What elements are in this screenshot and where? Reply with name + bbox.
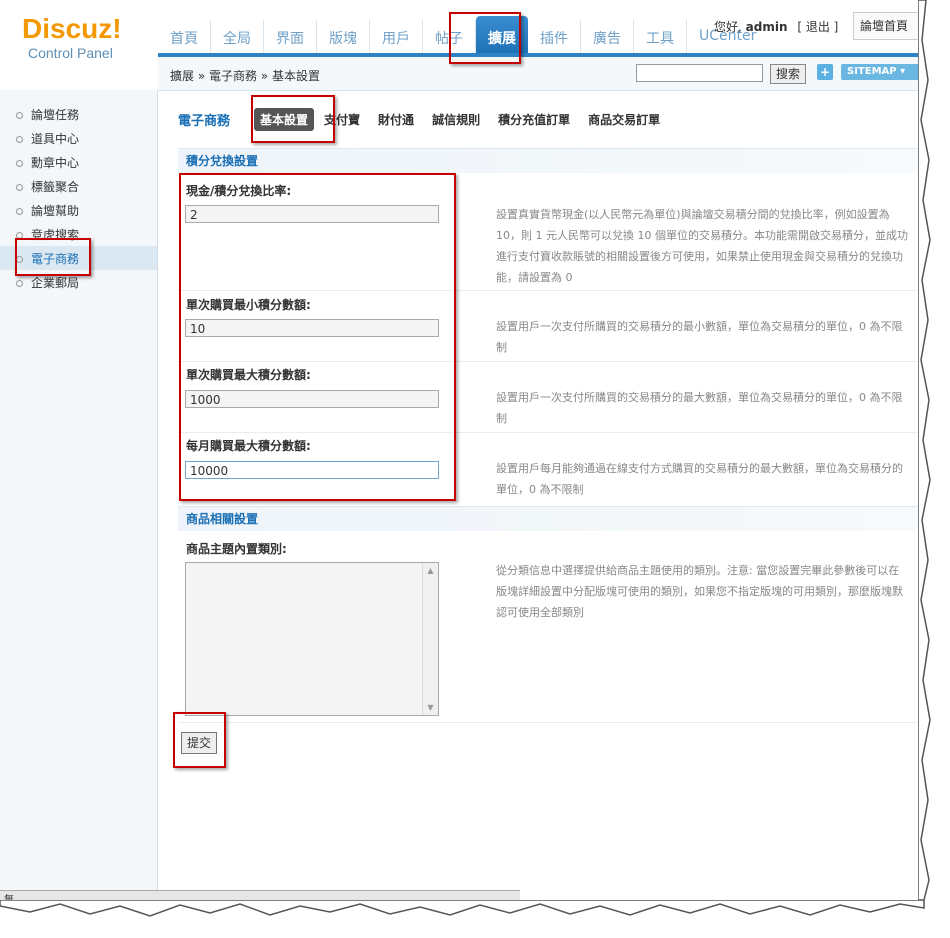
- sidebar-item-label: 電子商務: [31, 252, 80, 266]
- field-label-max-credits: 單次購買最大積分數額:: [186, 368, 311, 382]
- tab-plugins[interactable]: 插件: [528, 20, 581, 54]
- subtab-goods-orders[interactable]: 商品交易訂單: [588, 111, 660, 128]
- sidebar-item-search[interactable]: 竞虎搜索: [16, 224, 79, 246]
- sidebar: 論壇任務 道具中心 勳章中心 標籤聚合 論壇幫助 竞虎搜索 電子商務 企業郵局: [0, 90, 158, 900]
- field-label-min-credits: 單次購買最小積分數額:: [186, 298, 311, 312]
- section-credit-exchange: 積分兌換設置: [178, 148, 918, 173]
- submit-button[interactable]: 提交: [181, 732, 217, 754]
- subtab-tenpay[interactable]: 財付通: [378, 111, 414, 128]
- tab-ads[interactable]: 廣告: [581, 20, 634, 54]
- section-goods-settings: 商品相關設置: [178, 506, 918, 531]
- bullet-icon: [16, 184, 23, 191]
- sitemap-button[interactable]: SITEMAP ▾: [841, 64, 918, 80]
- row-divider: [178, 361, 918, 362]
- field-label-goods-category: 商品主題內置類別:: [186, 542, 287, 556]
- tab-users[interactable]: 用戶: [370, 20, 423, 54]
- monthly-max-desc: 設置用戶每月能夠通過在線支付方式購買的交易積分的最大數額，單位為交易積分的單位，…: [496, 462, 903, 496]
- tab-posts[interactable]: 帖子: [423, 20, 476, 54]
- subtab-credit-orders[interactable]: 積分充值訂單: [498, 111, 570, 128]
- goods-category-listbox[interactable]: ▲ ▼: [185, 562, 439, 716]
- username: admin: [745, 20, 788, 34]
- sidebar-item-label: 論壇幫助: [31, 204, 80, 218]
- sidebar-item-label: 論壇任務: [31, 108, 80, 122]
- add-shortcut-button[interactable]: +: [817, 64, 833, 80]
- breadcrumb-bar: 擴展 » 電子商務 » 基本設置 搜索 + SITEMAP ▾: [158, 57, 918, 91]
- sidebar-item-help[interactable]: 論壇幫助: [16, 200, 79, 222]
- field-label-monthly-max: 每月購買最大積分數額:: [186, 439, 311, 453]
- bullet-icon: [16, 256, 23, 263]
- row-divider: [178, 432, 918, 433]
- tab-interface[interactable]: 界面: [264, 20, 317, 54]
- max-credits-desc: 設置用戶一次支付所購買的交易積分的最大數額，單位為交易積分的單位，0 為不限制: [496, 391, 903, 425]
- subtab-credit-rules[interactable]: 誠信規則: [432, 111, 480, 128]
- search-button[interactable]: 搜索: [770, 64, 806, 84]
- sidebar-item-label: 道具中心: [31, 132, 80, 146]
- exchange-ratio-desc: 設置真實貨幣現金(以人民幣元為單位)與論壇交易積分間的兌換比率，例如設置為 10…: [496, 208, 908, 284]
- tab-extensions[interactable]: 擴展: [476, 16, 528, 58]
- torn-edge-right: [918, 0, 950, 938]
- forum-home-button[interactable]: 論壇首頁: [853, 12, 918, 40]
- tab-global[interactable]: 全局: [211, 20, 264, 54]
- tab-tools[interactable]: 工具: [634, 20, 687, 54]
- sidebar-item-mail[interactable]: 企業郵局: [16, 272, 79, 294]
- bullet-icon: [16, 160, 23, 167]
- min-credits-input[interactable]: 10: [185, 319, 439, 337]
- discuz-logo: Discuz! Control Panel: [22, 14, 142, 62]
- min-credits-desc: 設置用戶一次支付所購買的交易積分的最小數額，單位為交易積分的單位，0 為不限制: [496, 320, 903, 354]
- scroll-up-icon[interactable]: ▲: [423, 563, 438, 578]
- goods-category-desc: 從分類信息中選擇提供給商品主題使用的類別。注意: 當您設置完畢此參數後可以在版塊…: [496, 564, 903, 619]
- bullet-icon: [16, 136, 23, 143]
- sidebar-item-tags[interactable]: 標籤聚合: [16, 176, 79, 198]
- logo-sub-text: Control Panel: [28, 45, 113, 61]
- sidebar-item-tasks[interactable]: 論壇任務: [16, 104, 79, 126]
- bullet-icon: [16, 232, 23, 239]
- top-navigation: 首頁 全局 界面 版塊 用戶 帖子 擴展 插件 廣告 工具 UCenter: [158, 16, 768, 58]
- max-credits-input[interactable]: 1000: [185, 390, 439, 408]
- listbox-scrollbar[interactable]: ▲ ▼: [422, 563, 438, 715]
- logo-main-text: Discuz!: [22, 13, 122, 44]
- row-divider: [178, 722, 918, 723]
- scroll-down-icon[interactable]: ▼: [423, 700, 438, 715]
- sidebar-item-label: 勳章中心: [31, 156, 80, 170]
- sidebar-item-ecommerce[interactable]: 電子商務: [16, 248, 79, 270]
- tab-forums[interactable]: 版塊: [317, 20, 370, 54]
- sidebar-item-label: 標籤聚合: [31, 180, 80, 194]
- sidebar-item-label: 竞虎搜索: [31, 228, 80, 242]
- user-bar: 您好, admin [ 退出 ]: [714, 18, 838, 35]
- bullet-icon: [16, 280, 23, 287]
- sidebar-item-medals[interactable]: 勳章中心: [16, 152, 79, 174]
- bullet-icon: [16, 112, 23, 119]
- logout-link[interactable]: [ 退出 ]: [797, 20, 838, 34]
- monthly-max-input[interactable]: 10000: [185, 461, 439, 479]
- torn-edge-bottom: [0, 900, 950, 938]
- field-label-exchange-ratio: 現金/積分兌換比率:: [186, 184, 292, 198]
- bullet-icon: [16, 208, 23, 215]
- subtab-alipay[interactable]: 支付寶: [324, 111, 360, 128]
- row-divider: [178, 290, 918, 291]
- breadcrumb: 擴展 » 電子商務 » 基本設置: [170, 69, 320, 83]
- control-panel-window: Discuz! Control Panel 首頁 全局 界面 版塊 用戶 帖子 …: [0, 0, 918, 900]
- ecommerce-subtabs: 電子商務 基本設置 支付寶 財付通 誠信規則 積分充值訂單 商品交易訂單: [178, 108, 678, 131]
- sidebar-item-label: 企業郵局: [31, 276, 80, 290]
- taskbar-strip: 無: [0, 890, 520, 900]
- tab-home[interactable]: 首頁: [158, 20, 211, 54]
- subtab-basic-settings[interactable]: 基本設置: [254, 108, 315, 131]
- sidebar-item-props[interactable]: 道具中心: [16, 128, 79, 150]
- greeting-text: 您好,: [714, 20, 742, 34]
- exchange-ratio-input[interactable]: 2: [185, 205, 439, 223]
- subtabs-title: 電子商務: [178, 114, 231, 129]
- search-input[interactable]: [636, 64, 763, 82]
